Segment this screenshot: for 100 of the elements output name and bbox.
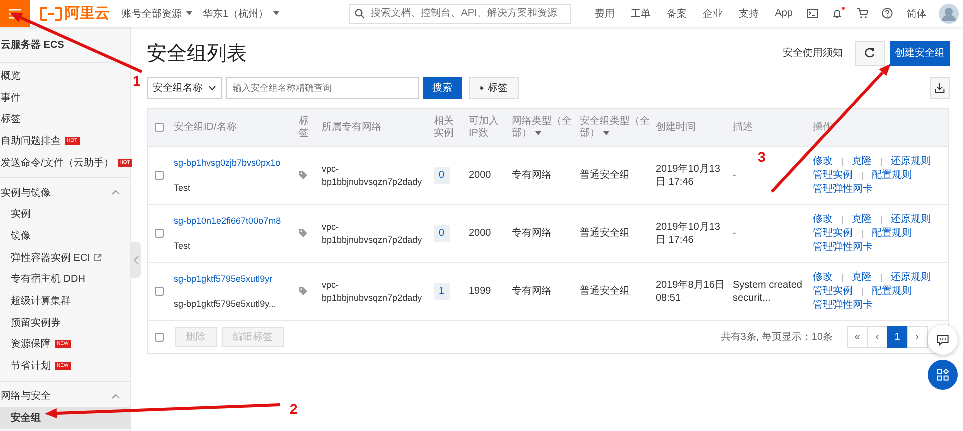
action-link[interactable]: 配置规则 — [872, 227, 912, 240]
action-link[interactable]: 还原规则 — [891, 155, 931, 168]
checkbox[interactable] — [155, 171, 164, 180]
checkbox[interactable] — [155, 229, 164, 238]
account-scope-dropdown[interactable]: 账号全部资源 — [122, 6, 193, 20]
caret-icon — [272, 11, 280, 16]
table-cell-text: - — [732, 227, 738, 241]
create-button[interactable]: 创建安全组 — [890, 40, 950, 66]
filter-select[interactable]: 安全组名称 — [147, 77, 222, 99]
table-cell-text: 2019年10月13日 17:46 — [655, 220, 722, 248]
column-header[interactable]: 安全组类型（全部） — [577, 112, 653, 142]
tag-icon[interactable] — [299, 171, 308, 180]
sidebar-item[interactable]: 标签 — [0, 108, 130, 130]
action-link[interactable]: 配置规则 — [872, 285, 912, 298]
action-link[interactable]: 管理弹性网卡 — [813, 241, 873, 254]
apps-button[interactable] — [928, 360, 958, 390]
checkbox[interactable] — [155, 123, 164, 132]
table-cell-text: - — [732, 169, 738, 183]
tag-icon[interactable] — [299, 229, 308, 238]
action-link[interactable]: 修改 — [813, 271, 833, 284]
action-link[interactable]: 管理实例 — [813, 285, 853, 298]
checkbox[interactable] — [155, 332, 164, 342]
sidebar-item[interactable]: 超级计算集群 — [0, 290, 130, 312]
nav-link[interactable]: App — [775, 8, 793, 19]
action-link[interactable]: 还原规则 — [891, 271, 931, 284]
chat-icon — [937, 334, 949, 346]
download-button[interactable] — [930, 77, 950, 99]
sidebar-item[interactable]: 专有宿主机 DDH — [0, 268, 130, 290]
group-id-link[interactable]: sg-bp1gktf5795e5xutl9yr — [174, 272, 293, 286]
instance-count[interactable]: 1 — [434, 283, 450, 300]
group-id-link[interactable]: sg-bp10n1e2fi667t00o7m8 — [174, 214, 293, 228]
action-link[interactable]: 修改 — [813, 213, 833, 226]
logo-text: 阿里云 — [65, 4, 110, 23]
action-link[interactable]: 管理实例 — [813, 227, 853, 240]
sidebar-title: 云服务器 ECS — [0, 27, 130, 63]
tag-icon[interactable] — [299, 287, 308, 296]
sidebar-item[interactable]: 镜像 — [0, 225, 130, 247]
sidebar-item[interactable]: 实例 — [0, 203, 130, 226]
column-header: 相关实例 — [433, 114, 455, 140]
refresh-icon — [865, 48, 875, 58]
chat-button[interactable] — [928, 325, 958, 355]
instance-count[interactable]: 0 — [434, 167, 450, 184]
column-header: 安全组ID/名称 — [173, 120, 238, 134]
instance-count[interactable]: 0 — [434, 225, 450, 242]
action-link[interactable]: 配置规则 — [872, 169, 912, 182]
column-header: 可加入IP数 — [468, 114, 500, 140]
column-header[interactable]: 网络类型（全部） — [509, 112, 577, 142]
action-link[interactable]: 管理实例 — [813, 169, 853, 182]
caret-icon — [534, 130, 542, 136]
language-link[interactable]: 简体 — [907, 6, 927, 20]
group-id-link[interactable]: sg-bp1hvsg0zjb7bvs0px1o — [174, 156, 293, 170]
avatar-icon[interactable] — [939, 4, 959, 24]
page-button[interactable]: ‹ — [867, 326, 888, 348]
terminal-icon[interactable] — [807, 8, 818, 19]
table-cell-text: 普通安全组 — [579, 226, 631, 241]
action-link[interactable]: 还原规则 — [891, 213, 931, 226]
action-link[interactable]: 克隆 — [852, 271, 872, 284]
nav-link[interactable]: 企业 — [703, 6, 724, 20]
nav-link[interactable]: 费用 — [595, 6, 616, 20]
action-link[interactable]: 管理弹性网卡 — [813, 183, 873, 196]
column-header: 所属专有网络 — [321, 120, 383, 134]
table-cell-text: vpc-bp1bbjnubvsqzn7p2dady — [321, 220, 424, 247]
sidebar-item[interactable]: 安全组 — [0, 406, 130, 429]
page-button[interactable]: 1 — [887, 326, 908, 348]
notice-link[interactable]: 安全使用须知 — [783, 46, 843, 60]
pagination-summary: 共有3条, 每页显示：10条 — [720, 330, 833, 344]
region-dropdown[interactable]: 华东1（杭州） — [203, 6, 280, 20]
action-link[interactable]: 管理弹性网卡 — [813, 299, 873, 312]
annotation-number: 2 — [290, 402, 298, 416]
menu-icon — [9, 8, 21, 18]
search-button[interactable]: 搜索 — [423, 77, 462, 99]
chevron-icon — [134, 256, 138, 264]
bell-icon[interactable] — [832, 8, 843, 19]
action-link[interactable]: 修改 — [813, 155, 833, 168]
nav-link[interactable]: 支持 — [739, 6, 760, 20]
sidebar-item[interactable]: 预留实例券 — [0, 312, 130, 334]
tag-button[interactable]: 标签 — [469, 77, 519, 99]
action-link[interactable]: 克隆 — [852, 213, 872, 226]
cart-icon[interactable] — [857, 8, 868, 19]
page-button[interactable]: « — [847, 326, 868, 348]
nav-link[interactable]: 备案 — [667, 6, 688, 20]
sidebar-item[interactable]: 事件 — [0, 86, 130, 108]
table-cell-text: 2019年8月16日 08:51 — [655, 278, 726, 306]
search-icon — [355, 8, 366, 18]
nav-link[interactable]: 工单 — [631, 6, 652, 20]
refresh-button[interactable] — [855, 40, 885, 66]
collapse-handle[interactable] — [131, 242, 141, 278]
logo-icon — [40, 6, 62, 20]
sidebar-item[interactable]: 弹性容器实例 ECI — [0, 246, 130, 268]
sidebar-section-header[interactable]: 实例与镜像 — [0, 177, 130, 204]
caret-icon — [602, 130, 610, 136]
sidebar-item[interactable]: 概览 — [0, 65, 130, 87]
help-icon[interactable] — [882, 8, 893, 19]
page-button[interactable]: › — [907, 326, 928, 348]
table-cell-text: 2000 — [468, 169, 492, 183]
search-input[interactable]: 输入安全组名称精确查询 — [226, 77, 419, 99]
chevron-icon — [209, 86, 216, 90]
checkbox[interactable] — [155, 287, 164, 296]
table-cell-text: 2000 — [468, 227, 492, 241]
action-link[interactable]: 克隆 — [852, 155, 872, 168]
